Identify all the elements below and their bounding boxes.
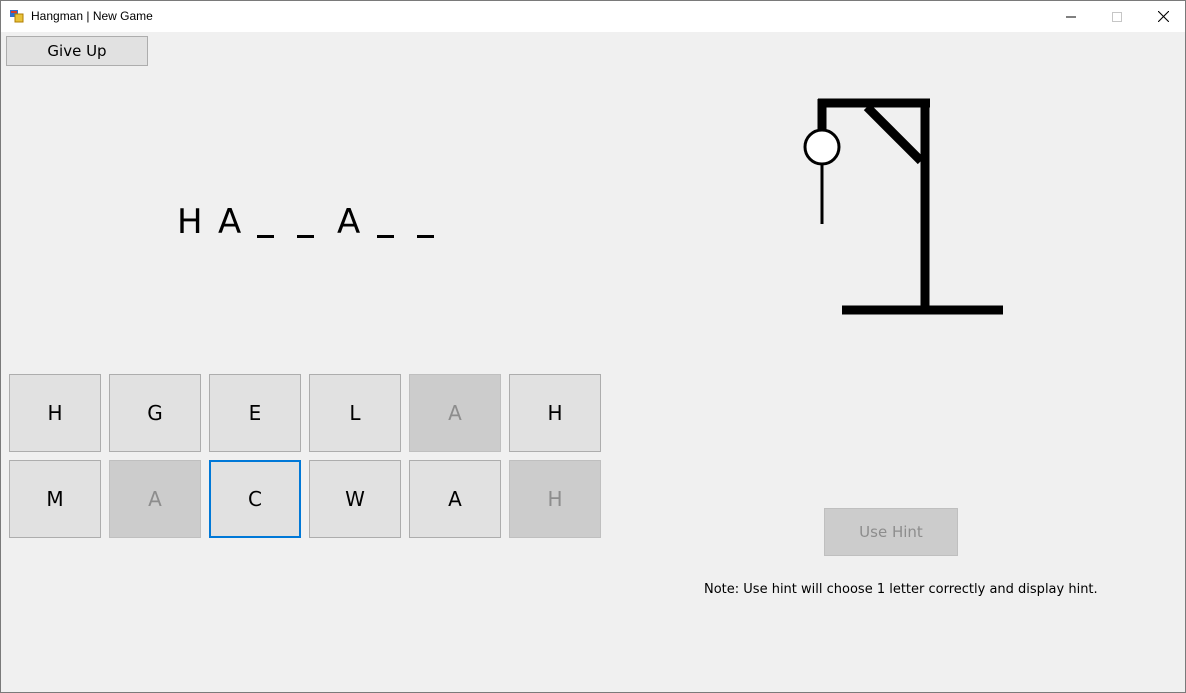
letter-key[interactable]: C: [209, 460, 301, 538]
letter-key[interactable]: W: [309, 460, 401, 538]
letter-key[interactable]: L: [309, 374, 401, 452]
gallows-drawing: [803, 98, 1003, 315]
word-blank: [377, 235, 394, 238]
hangman-head: [803, 128, 841, 166]
letter-key[interactable]: M: [9, 460, 101, 538]
close-button[interactable]: [1140, 1, 1186, 32]
hint-note: Note: Use hint will choose 1 letter corr…: [704, 582, 1098, 597]
gallows-brace: [863, 103, 925, 165]
game-window: Hangman | New Game Give Up HAA HGELAHMAC…: [0, 0, 1186, 693]
letter-key[interactable]: H: [9, 374, 101, 452]
window-title: Hangman | New Game: [31, 9, 153, 23]
letter-key[interactable]: G: [109, 374, 201, 452]
word-blank: [417, 235, 434, 238]
word-blank: [297, 235, 314, 238]
letter-key[interactable]: A: [409, 374, 501, 452]
give-up-button[interactable]: Give Up: [6, 36, 148, 66]
letter-key[interactable]: E: [209, 374, 301, 452]
minimize-icon: [1066, 16, 1076, 17]
title-bar[interactable]: Hangman | New Game: [1, 1, 1185, 32]
letter-key[interactable]: A: [409, 460, 501, 538]
word-letter: H: [177, 202, 203, 242]
letter-key[interactable]: H: [509, 374, 601, 452]
maximize-icon: [1112, 11, 1122, 22]
use-hint-button[interactable]: Use Hint: [824, 508, 958, 556]
word-blank: [257, 235, 274, 238]
app-icon: [10, 9, 24, 23]
close-icon: [1157, 11, 1169, 22]
letter-key[interactable]: A: [109, 460, 201, 538]
letter-key[interactable]: H: [509, 460, 601, 538]
maximize-button: [1094, 1, 1140, 32]
word-letter: A: [337, 202, 361, 242]
minimize-button[interactable]: [1048, 1, 1094, 32]
word-letter: A: [218, 202, 242, 242]
